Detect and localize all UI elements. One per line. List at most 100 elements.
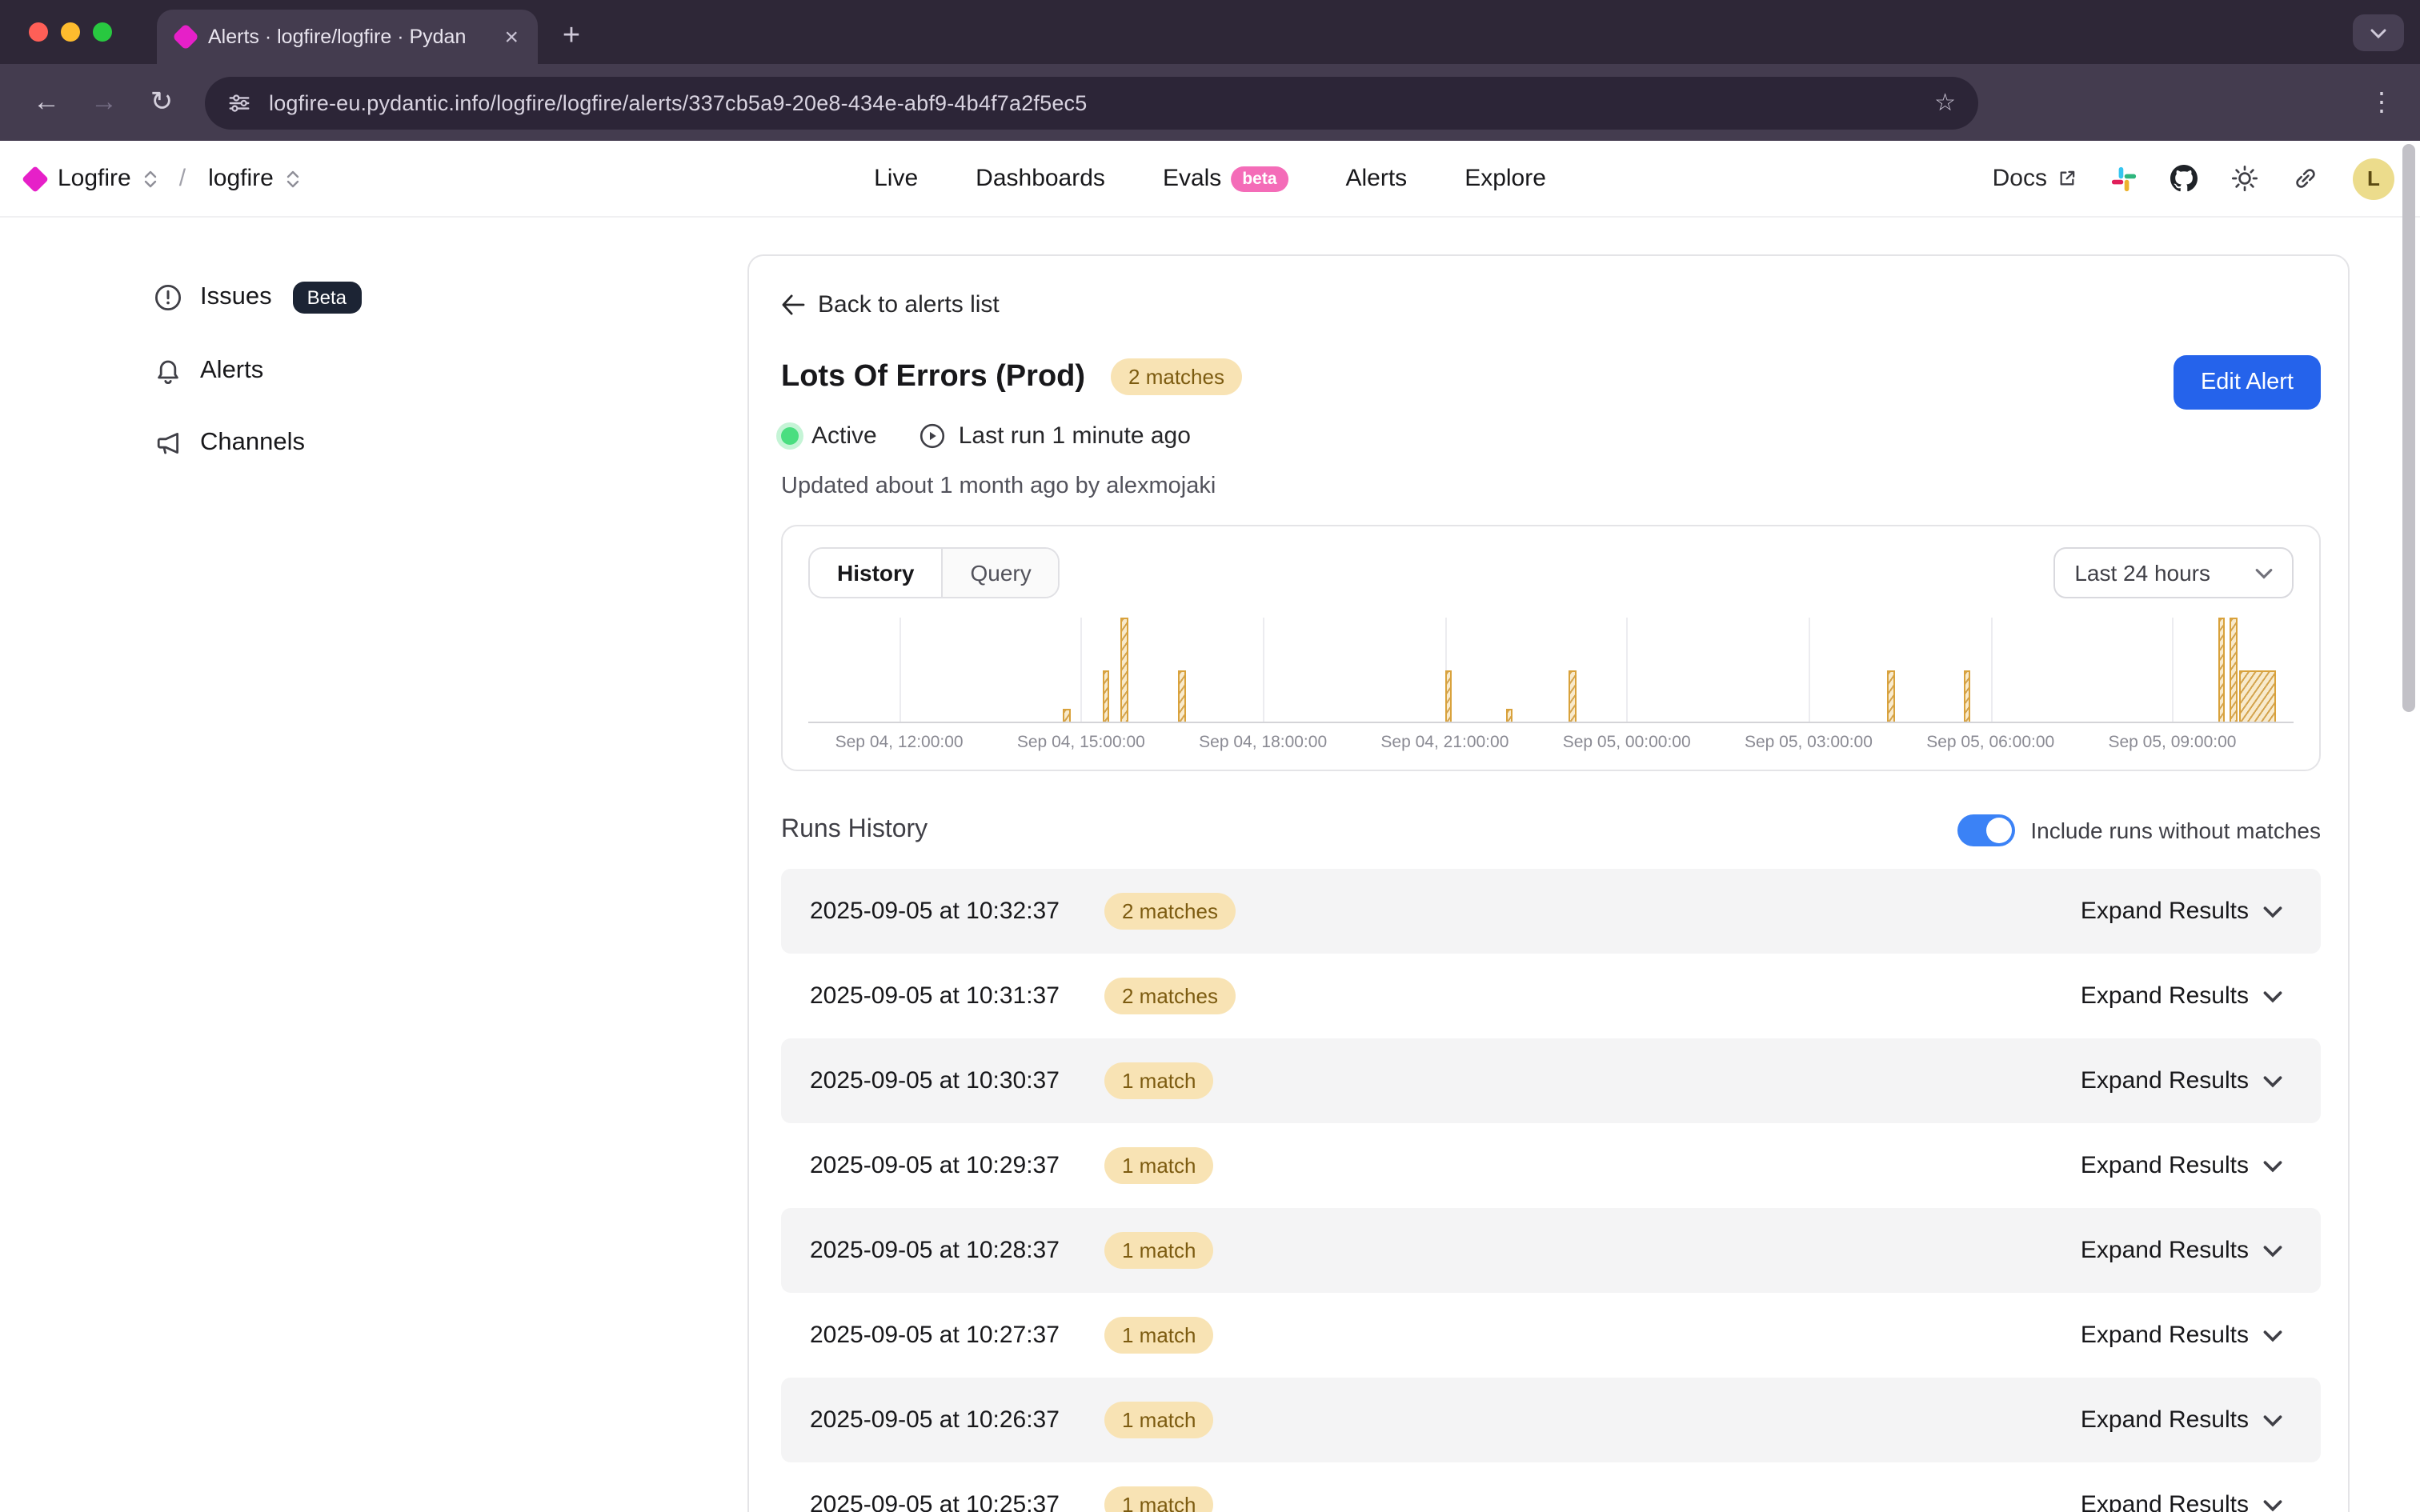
expand-results-label: Expand Results <box>2081 1152 2249 1179</box>
close-window-button[interactable] <box>29 22 48 42</box>
reload-button[interactable]: ↻ <box>138 78 186 126</box>
expand-results-button[interactable]: Expand Results <box>2071 1490 2292 1512</box>
history-bar <box>1505 709 1512 722</box>
run-row: 2025-09-05 at 10:26:37 1 match Expand Re… <box>781 1378 2321 1462</box>
back-button[interactable]: ← <box>22 78 70 126</box>
address-bar[interactable]: logfire-eu.pydantic.info/logfire/logfire… <box>205 76 1978 129</box>
run-timestamp: 2025-09-05 at 10:30:37 <box>810 1067 1101 1094</box>
nav-item-alerts[interactable]: Alerts <box>1346 165 1408 192</box>
window-controls <box>29 22 112 42</box>
chevron-down-icon <box>2263 1244 2282 1257</box>
run-match-badge: 1 match <box>1104 1317 1214 1354</box>
x-tick-label: Sep 04, 18:00:00 <box>1199 733 1327 752</box>
history-bar <box>1102 670 1109 722</box>
external-link-icon <box>2057 168 2077 189</box>
new-tab-button[interactable]: + <box>551 16 592 58</box>
browser-window: Alerts · logfire/logfire · Pydan × + ← →… <box>0 0 2420 1512</box>
sidebar-item-issues[interactable]: Issues Beta <box>154 282 747 314</box>
include-runs-toggle-label: Include runs without matches <box>2030 818 2321 843</box>
edit-alert-button[interactable]: Edit Alert <box>2174 355 2321 410</box>
history-bar <box>1178 670 1185 722</box>
docs-link[interactable]: Docs <box>1993 165 2077 192</box>
evals-beta-badge: beta <box>1231 166 1288 191</box>
expand-results-button[interactable]: Expand Results <box>2071 981 2292 1011</box>
run-timestamp: 2025-09-05 at 10:29:37 <box>810 1152 1101 1179</box>
x-tick-label: Sep 05, 06:00:00 <box>1926 733 2054 752</box>
share-link-icon[interactable] <box>2292 165 2319 192</box>
theme-toggle-sun-icon[interactable] <box>2231 165 2258 192</box>
play-circle-icon <box>919 422 946 450</box>
back-to-alerts-link[interactable]: Back to alerts list <box>781 291 2321 318</box>
run-timestamp: 2025-09-05 at 10:32:37 <box>810 898 1101 925</box>
expand-results-button[interactable]: Expand Results <box>2071 1235 2292 1266</box>
run-match-badge: 1 match <box>1104 1402 1214 1438</box>
sidebar-item-channels[interactable]: Channels <box>154 429 747 458</box>
chevron-down-icon <box>2263 990 2282 1002</box>
sidebar-item-alerts[interactable]: Alerts <box>154 357 747 386</box>
github-icon[interactable] <box>2170 165 2198 192</box>
bookmark-star-icon[interactable]: ☆ <box>1934 88 1956 117</box>
expand-results-label: Expand Results <box>2081 898 2249 925</box>
chevron-down-icon <box>2263 1329 2282 1342</box>
chevron-down-icon <box>2263 1498 2282 1511</box>
nav-item-evals[interactable]: Evals beta <box>1163 165 1288 192</box>
expand-results-button[interactable]: Expand Results <box>2071 1066 2292 1096</box>
tab-close-icon[interactable]: × <box>498 23 525 50</box>
run-match-badge: 1 match <box>1104 1062 1214 1099</box>
forward-button[interactable]: → <box>80 78 128 126</box>
nav-item-explore[interactable]: Explore <box>1464 165 1546 192</box>
tab-query[interactable]: Query <box>943 549 1058 597</box>
run-row: 2025-09-05 at 10:32:37 2 matches Expand … <box>781 869 2321 954</box>
time-range-select[interactable]: Last 24 hours <box>2053 547 2294 598</box>
x-tick-label: Sep 04, 21:00:00 <box>1380 733 1508 752</box>
include-runs-toggle[interactable] <box>1957 814 2014 846</box>
history-bar <box>1063 709 1070 722</box>
url-text[interactable]: logfire-eu.pydantic.info/logfire/logfire… <box>269 90 1917 114</box>
chevron-down-icon <box>2370 28 2386 38</box>
nav-item-dashboards[interactable]: Dashboards <box>976 165 1105 192</box>
sidebar: Issues Beta Alerts Channels <box>0 218 747 1512</box>
run-timestamp: 2025-09-05 at 10:25:37 <box>810 1491 1101 1512</box>
page-body: Issues Beta Alerts Channels Back to aler… <box>0 218 2420 1512</box>
org-selector-icon[interactable] <box>144 169 157 188</box>
tab-favicon <box>172 23 199 50</box>
org-name[interactable]: Logfire <box>58 165 131 192</box>
x-tick-label: Sep 05, 00:00:00 <box>1563 733 1691 752</box>
chevron-down-icon <box>2255 567 2273 578</box>
expand-results-button[interactable]: Expand Results <box>2071 1320 2292 1350</box>
logfire-logo-icon <box>22 165 49 192</box>
include-runs-toggle-group: Include runs without matches <box>1957 814 2321 846</box>
main-content: Back to alerts list Lots Of Errors (Prod… <box>747 218 2420 1512</box>
issues-beta-badge: Beta <box>293 282 361 314</box>
alert-matches-badge: 2 matches <box>1111 358 1242 395</box>
history-query-tabs: History Query <box>808 547 1060 598</box>
run-match-badge: 2 matches <box>1104 978 1236 1014</box>
history-bar <box>1120 618 1128 722</box>
slack-icon[interactable] <box>2111 166 2137 191</box>
project-selector-icon[interactable] <box>286 169 299 188</box>
alert-circle-icon <box>154 283 182 312</box>
expand-results-button[interactable]: Expand Results <box>2071 1150 2292 1181</box>
nav-item-live[interactable]: Live <box>874 165 918 192</box>
sidebar-item-label: Alerts <box>200 357 263 386</box>
expand-results-button[interactable]: Expand Results <box>2071 1405 2292 1435</box>
run-match-badge: 1 match <box>1104 1486 1214 1512</box>
zoom-window-button[interactable] <box>93 22 112 42</box>
run-match-badge: 2 matches <box>1104 893 1236 930</box>
chevron-down-icon <box>2263 905 2282 918</box>
minimize-window-button[interactable] <box>61 22 80 42</box>
user-avatar[interactable]: L <box>2353 158 2394 199</box>
x-tick-label: Sep 05, 09:00:00 <box>2108 733 2236 752</box>
expand-results-button[interactable]: Expand Results <box>2071 896 2292 926</box>
chevron-down-icon <box>2263 1159 2282 1172</box>
browser-menu-icon[interactable]: ⋮ <box>2366 86 2398 118</box>
project-name[interactable]: logfire <box>208 165 274 192</box>
scrollbar[interactable] <box>2402 144 2415 712</box>
expand-results-label: Expand Results <box>2081 1491 2249 1512</box>
browser-tab[interactable]: Alerts · logfire/logfire · Pydan × <box>157 10 538 64</box>
tab-history[interactable]: History <box>810 549 943 597</box>
tab-search-button[interactable] <box>2353 14 2404 51</box>
run-timestamp: 2025-09-05 at 10:31:37 <box>810 982 1101 1010</box>
history-chart: Sep 04, 12:00:00Sep 04, 15:00:00Sep 04, … <box>808 618 2294 755</box>
site-settings-icon[interactable] <box>227 90 251 114</box>
